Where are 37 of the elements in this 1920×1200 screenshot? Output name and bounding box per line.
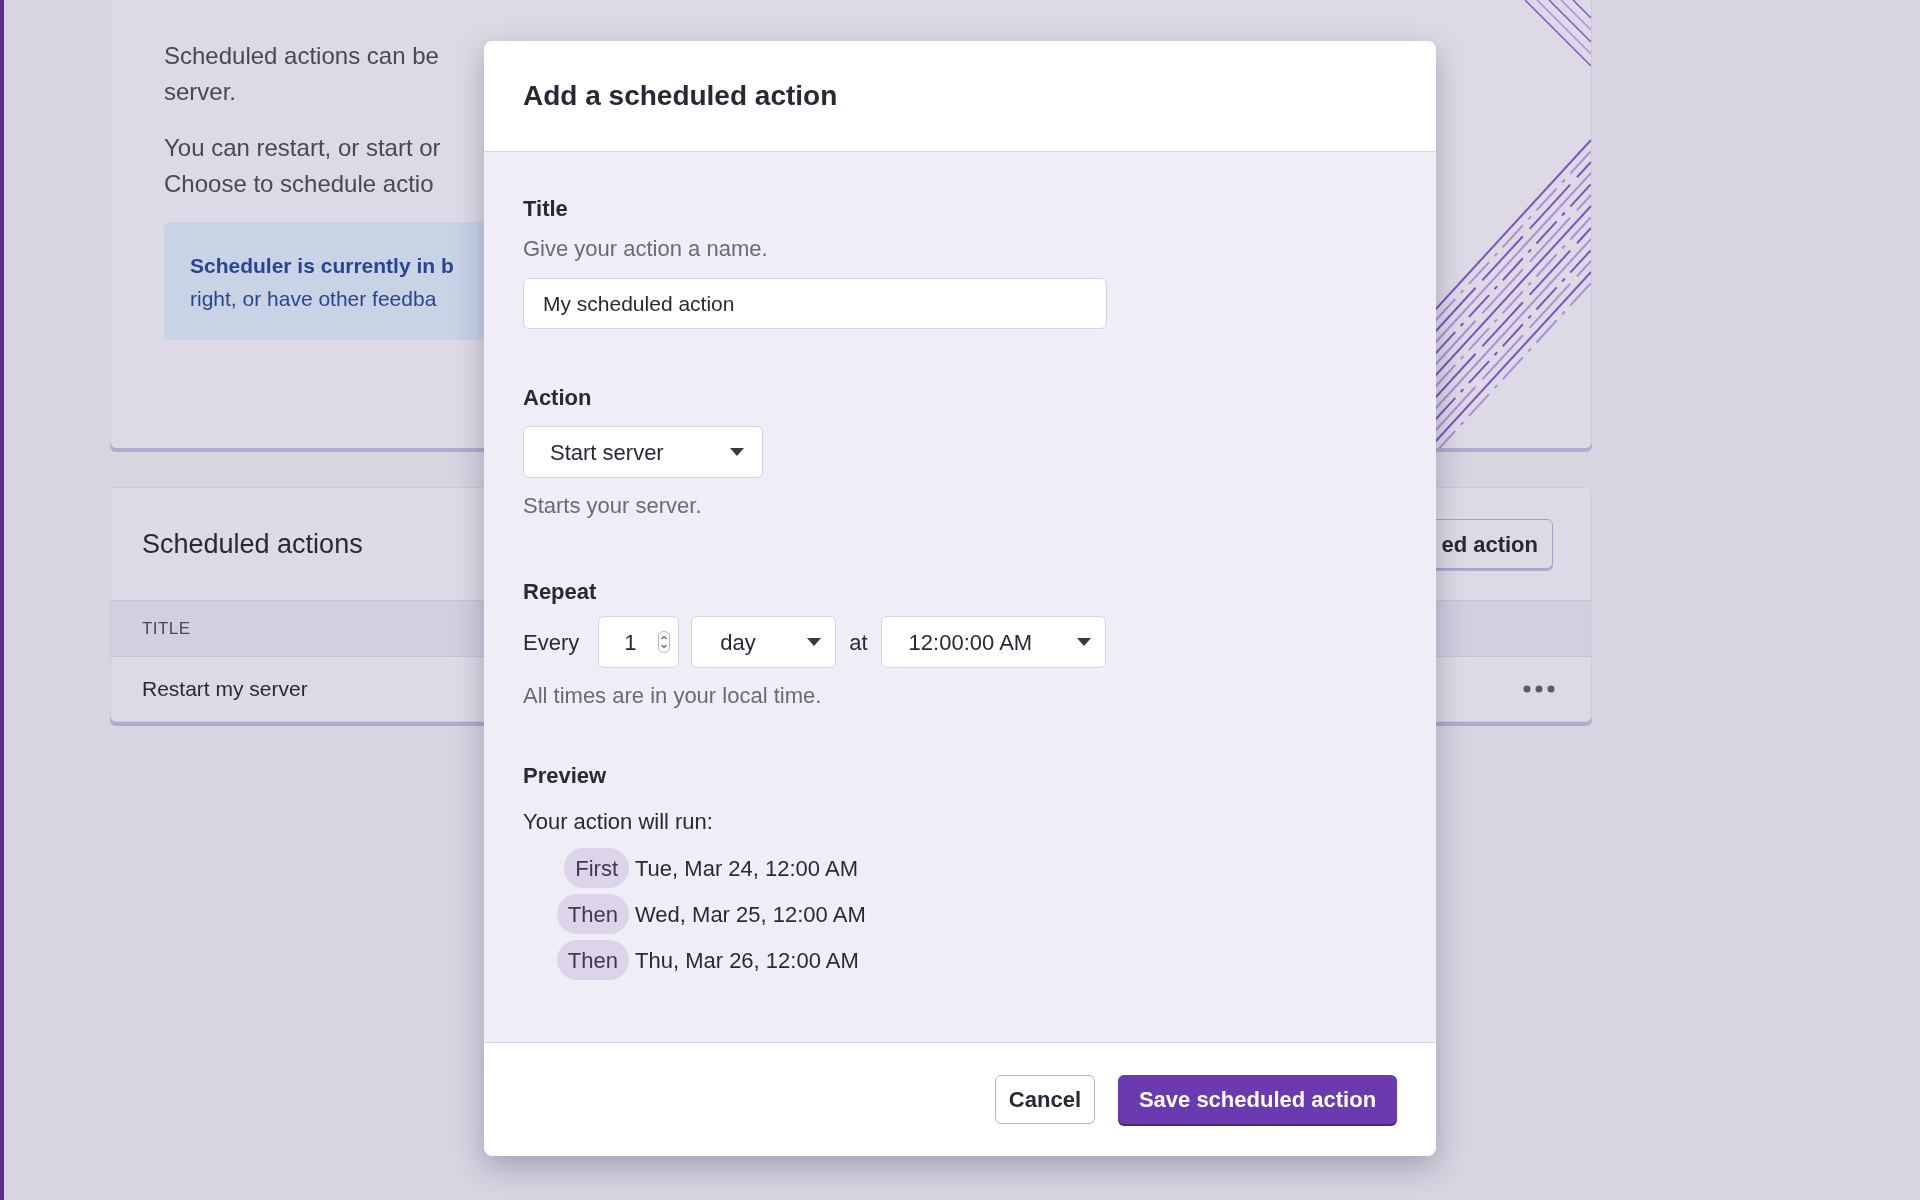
description-text: server.	[164, 77, 238, 107]
description-text: Choose to schedule actio	[164, 169, 435, 199]
preview-text: Your action will run:	[523, 808, 713, 836]
banner-text: right, or have other feedba	[190, 286, 438, 312]
more-options-icon[interactable]	[1523, 684, 1555, 693]
field-label: Action	[523, 384, 592, 412]
field-label: Repeat	[523, 578, 597, 606]
caret-icon	[807, 638, 822, 646]
cancel-button[interactable]: Cancel	[994, 1075, 1095, 1124]
column-header: TITLE	[142, 617, 191, 640]
time-select[interactable]: 12:00:00 AM	[880, 616, 1106, 668]
save-button[interactable]: Save scheduled action	[1118, 1075, 1397, 1124]
unit-select[interactable]: day	[691, 616, 837, 668]
field-label: Title	[523, 195, 568, 223]
run-tag: Then	[556, 940, 629, 980]
field-label: Every	[523, 628, 580, 657]
run-time: Thu, Mar 26, 12:00 AM	[635, 946, 860, 975]
run-tag: Then	[556, 894, 629, 934]
table-cell-text: Restart my server	[142, 675, 308, 702]
run-time: Wed, Mar 25, 12:00 AM	[635, 900, 866, 929]
title-input[interactable]: My scheduled action	[523, 278, 1107, 329]
field-label: at	[849, 628, 868, 657]
description-text: You can restart, or start or	[164, 133, 442, 163]
caret-icon	[1076, 638, 1091, 646]
dialog-title: Add a scheduled action	[523, 79, 838, 113]
spinner-icon[interactable]	[658, 631, 671, 653]
hint-text: Starts your server.	[523, 492, 702, 520]
card-title: Scheduled actions	[142, 527, 363, 561]
banner-text: Scheduler is currently in b	[190, 253, 455, 279]
hint-text: All times are in your local time.	[523, 682, 822, 710]
description-text: Scheduled actions can be	[164, 41, 440, 71]
action-select[interactable]: Start server	[523, 426, 763, 478]
run-tag: First	[564, 848, 629, 888]
hint-text: Give your action a name.	[523, 235, 768, 263]
number-input[interactable]: 1	[598, 616, 680, 668]
field-label: Preview	[523, 762, 607, 790]
run-time: Tue, Mar 24, 12:00 AM	[635, 854, 859, 883]
